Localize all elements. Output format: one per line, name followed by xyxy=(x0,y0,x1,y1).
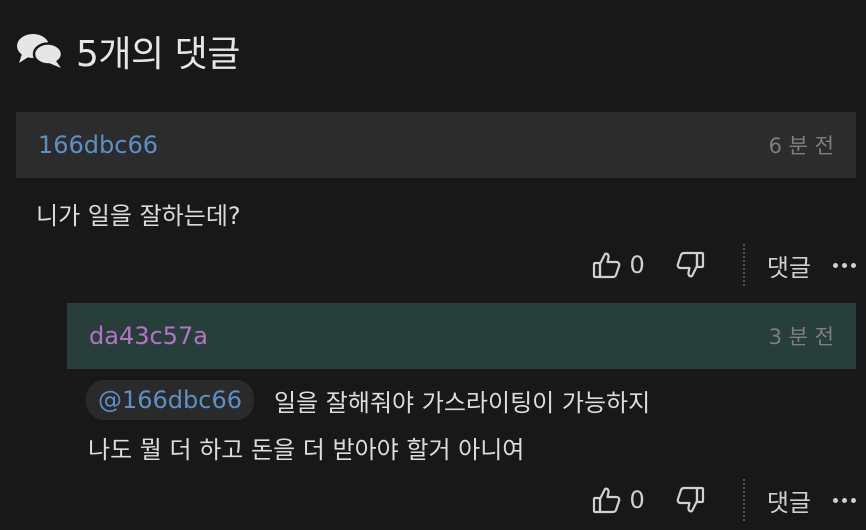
comments-header: 5개의 댓글 xyxy=(16,26,240,76)
like-count: 0 xyxy=(629,251,645,279)
reply-button[interactable]: 댓글 xyxy=(767,483,811,518)
comments-icon xyxy=(16,32,64,70)
action-divider xyxy=(742,479,745,521)
thumbs-down-icon xyxy=(675,250,705,280)
comment-actions: 0 댓글 xyxy=(592,479,856,521)
thumbs-up-icon xyxy=(592,485,622,515)
thumbs-down-icon xyxy=(675,485,705,515)
more-options-button[interactable] xyxy=(833,262,856,268)
comment-text: 나도 뭘 더 하고 돈을 더 받아야 할거 아니여 xyxy=(88,436,525,464)
comment-text: 일을 잘해줘야 가스라이팅이 가능하지 xyxy=(274,388,651,417)
dislike-button[interactable] xyxy=(675,250,705,280)
like-button[interactable]: 0 xyxy=(592,250,645,280)
mention-tag[interactable]: @166dbc66 xyxy=(86,380,255,420)
more-icon xyxy=(833,262,838,268)
like-button[interactable]: 0 xyxy=(592,485,645,515)
more-icon xyxy=(833,497,838,503)
comment-author[interactable]: 166dbc66 xyxy=(38,131,158,159)
dislike-button[interactable] xyxy=(675,485,705,515)
more-options-button[interactable] xyxy=(833,497,856,503)
reply-button[interactable]: 댓글 xyxy=(767,248,811,283)
action-divider xyxy=(742,244,745,286)
comment-time: 6 분 전 xyxy=(768,134,834,158)
comment-actions: 0 댓글 xyxy=(592,244,856,286)
thumbs-up-icon xyxy=(592,250,622,280)
reply-text-line: @166dbc66 일을 잘해줘야 가스라이팅이 가능하지 xyxy=(86,380,650,420)
reply-header: da43c57a 3 분 전 xyxy=(67,303,856,369)
like-count: 0 xyxy=(629,486,645,514)
comment-author[interactable]: da43c57a xyxy=(89,322,208,350)
comment-count-title: 5개의 댓글 xyxy=(76,34,240,75)
comment-time: 3 분 전 xyxy=(768,325,834,349)
comment-text: 니가 일을 잘하는데? xyxy=(36,202,241,230)
comment-header: 166dbc66 6 분 전 xyxy=(16,112,856,178)
